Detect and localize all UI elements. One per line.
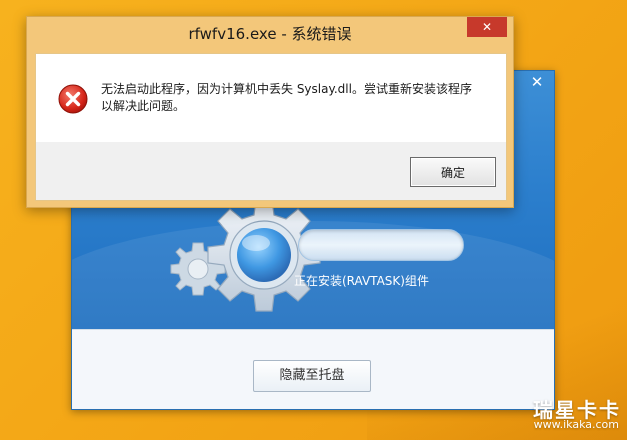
error-icon [58, 84, 88, 114]
install-progress-bar [298, 229, 464, 261]
ok-button[interactable]: 确定 [410, 157, 496, 187]
dialog-body: 无法启动此程序，因为计算机中丢失 Syslay.dll。尝试重新安装该程序 以解… [35, 53, 507, 201]
watermark: 瑞星卡卡 www.ikaka.com [493, 394, 621, 436]
dialog-close-button[interactable]: ✕ [467, 17, 507, 37]
small-gear-icon [170, 242, 226, 296]
hide-to-tray-button[interactable]: 隐藏至托盘 [253, 360, 371, 392]
error-message-line-1: 无法启动此程序，因为计算机中丢失 Syslay.dll。尝试重新安装该程序 [101, 82, 472, 96]
error-message: 无法启动此程序，因为计算机中丢失 Syslay.dll。尝试重新安装该程序 以解… [101, 81, 496, 115]
dialog-title: rfwfv16.exe - 系统错误 [188, 25, 352, 43]
large-gear-icon [207, 198, 321, 312]
message-area: 无法启动此程序，因为计算机中丢失 Syslay.dll。尝试重新安装该程序 以解… [36, 54, 506, 142]
error-dialog: rfwfv16.exe - 系统错误 ✕ 无法启动此程序，因为计算机中丢失 Sy… [26, 16, 514, 208]
installer-close-button[interactable]: ✕ [526, 73, 548, 91]
installer-footer: 隐藏至托盘 [72, 329, 554, 409]
watermark-url: www.ikaka.com [533, 418, 619, 431]
error-message-line-2: 以解决此问题。 [101, 99, 186, 113]
install-status-text: 正在安装(RAVTASK)组件 [294, 274, 429, 288]
dialog-button-bar: 确定 [36, 142, 506, 200]
